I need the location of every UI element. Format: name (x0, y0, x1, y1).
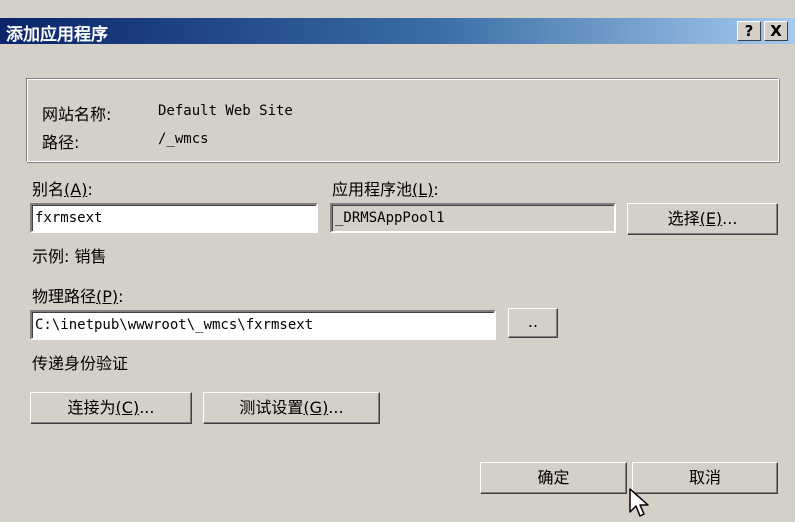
pass-through-auth-label: 传递身份验证 (32, 354, 129, 373)
connect-as-button[interactable]: 连接为(C)... (30, 392, 192, 424)
add-application-dialog: 添加应用程序 ? X 网站名称: Default Web Site 路径: /_… (0, 0, 795, 522)
test-settings-button[interactable]: 测试设置(G)... (203, 392, 380, 424)
alias-label: 别名(A): (32, 180, 93, 199)
site-name-value: Default Web Site (158, 103, 293, 119)
alias-input[interactable]: fxrmsext (30, 203, 318, 233)
site-info-box (26, 78, 779, 162)
select-app-pool-button[interactable]: 选择(E)... (627, 203, 778, 235)
mouse-cursor-icon (629, 488, 649, 517)
app-pool-field: _DRMSAppPool1 (330, 203, 616, 233)
app-pool-label: 应用程序池(L): (332, 180, 439, 199)
help-button[interactable]: ? (737, 21, 761, 41)
close-button[interactable]: X (764, 21, 788, 41)
dialog-title: 添加应用程序 (6, 25, 108, 45)
site-name-label: 网站名称: (42, 105, 112, 124)
cancel-button[interactable]: 取消 (632, 462, 778, 494)
physical-path-input[interactable]: C:\inetpub\wwwroot\_wmcs\fxrmsext (30, 310, 496, 340)
alias-mnemonic: (A) (64, 180, 88, 199)
alias-example: 示例: 销售 (32, 247, 107, 266)
physical-path-label: 物理路径(P): (32, 287, 124, 306)
help-icon: ? (744, 22, 754, 40)
ok-button[interactable]: 确定 (480, 462, 627, 494)
title-bar[interactable]: 添加应用程序 ? X (0, 18, 795, 45)
path-value: /_wmcs (158, 131, 209, 147)
physical-path-mnemonic: (P) (96, 287, 119, 306)
close-icon: X (770, 22, 782, 40)
path-label: 路径: (42, 133, 80, 152)
browse-button[interactable]: .. (508, 308, 558, 338)
app-pool-mnemonic: (L) (412, 180, 434, 199)
